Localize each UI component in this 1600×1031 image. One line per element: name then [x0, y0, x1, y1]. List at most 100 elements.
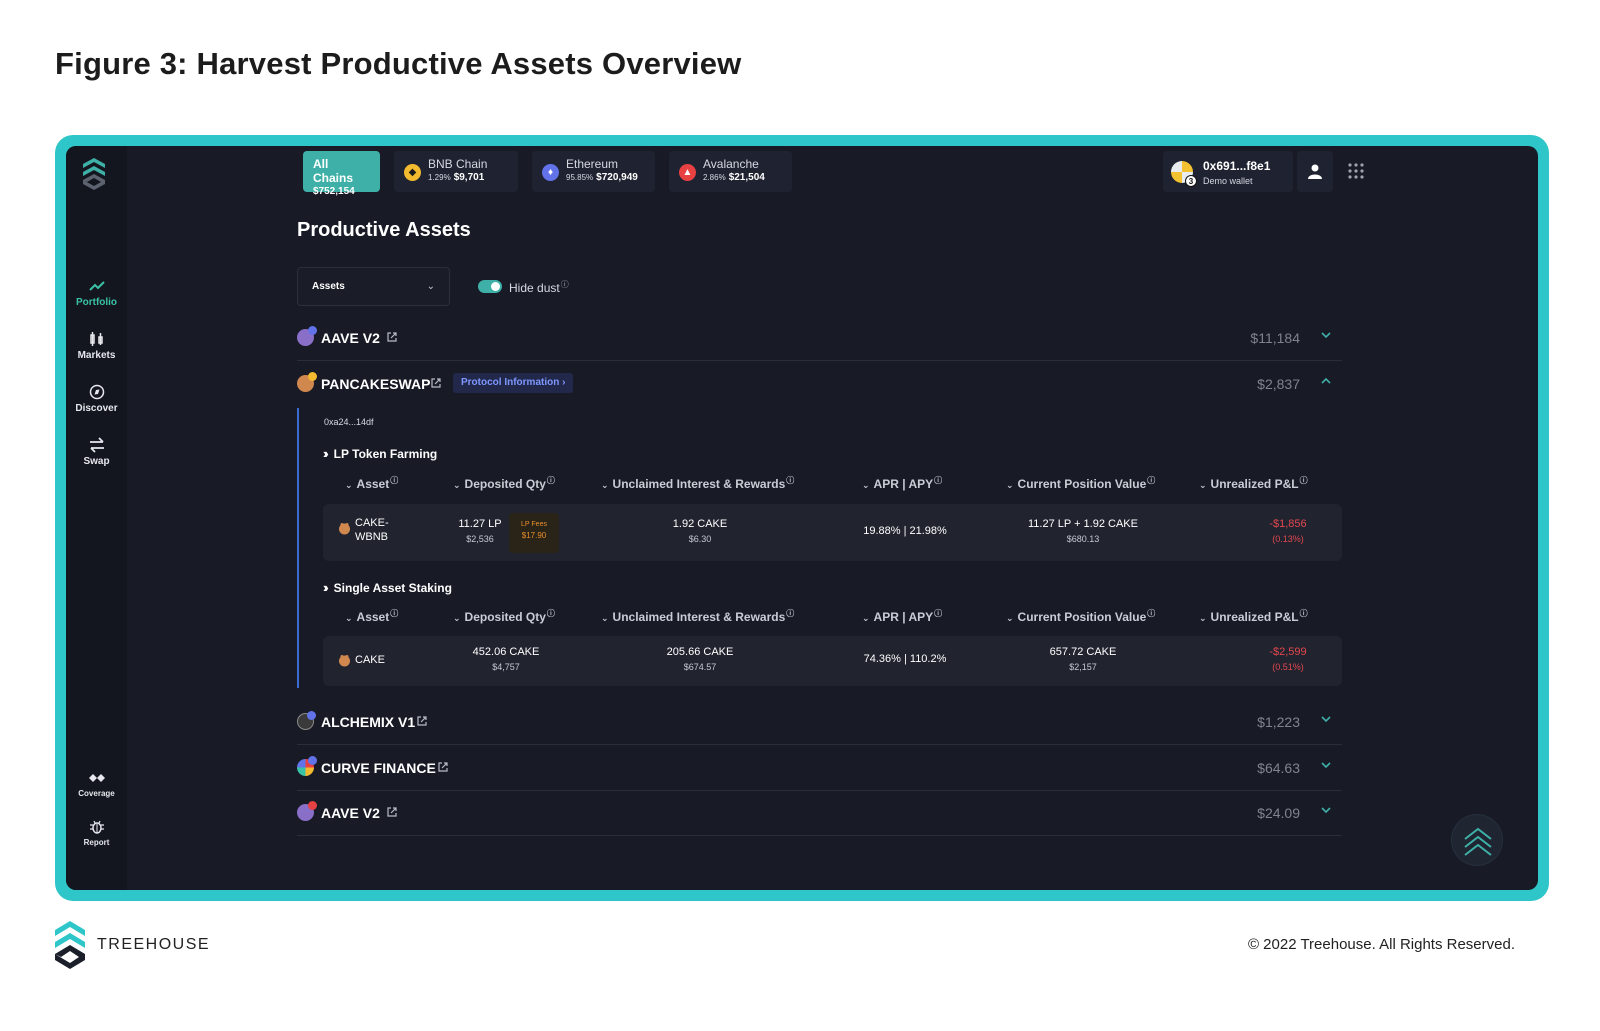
column-header-position[interactable]: ⌄ Current Position Valueⓘ: [1006, 475, 1155, 491]
asset-view-select[interactable]: Assets ⌄: [297, 267, 450, 306]
position-cell: 657.72 CAKE $2,157: [1003, 646, 1163, 672]
info-icon[interactable]: ⓘ: [1300, 476, 1308, 485]
position-usd: $2,157: [1069, 662, 1097, 672]
column-header-pnl[interactable]: ⌄ Unrealized P&Lⓘ: [1199, 608, 1308, 624]
info-icon[interactable]: ⓘ: [934, 609, 942, 618]
info-icon[interactable]: ⓘ: [390, 476, 398, 485]
column-header-apr-apy[interactable]: ⌄ APR | APYⓘ: [862, 608, 942, 624]
column-header-pnl[interactable]: ⌄ Unrealized P&Lⓘ: [1199, 475, 1308, 491]
sidebar-item-markets[interactable]: Markets: [66, 331, 127, 361]
external-link-icon[interactable]: [417, 716, 427, 726]
chain-name: BNB Chain: [428, 157, 488, 171]
chain-amount-value: $9,701: [453, 172, 485, 183]
treehouse-logo-icon[interactable]: [83, 158, 105, 190]
column-header-unclaimed[interactable]: ⌄ Unclaimed Interest & Rewardsⓘ: [601, 475, 794, 491]
column-header-unclaimed[interactable]: ⌄ Unclaimed Interest & Rewardsⓘ: [601, 608, 794, 624]
unclaimed-cell: 1.92 CAKE $6.30: [640, 518, 760, 544]
external-link-icon[interactable]: [438, 762, 448, 772]
protocol-row-aave-v2[interactable]: AAVE V2 $11,184: [297, 316, 1342, 361]
chain-amount: 1.29% $9,701: [428, 172, 508, 183]
brand-name: TREEHOUSE: [97, 936, 211, 953]
sidebar-item-report[interactable]: Report: [66, 819, 127, 847]
sort-chevron-icon: ⌄: [345, 480, 353, 490]
chevron-down-icon[interactable]: [1320, 713, 1332, 725]
chevron-down-icon[interactable]: [1320, 759, 1332, 771]
chevron-up-icon[interactable]: [1320, 375, 1332, 387]
column-header-deposited[interactable]: ⌄ Deposited Qtyⓘ: [453, 475, 555, 491]
chain-tab-avalanche[interactable]: ▲ Avalanche 2.86% $21,504: [669, 151, 792, 192]
chain-amount-value: $720,949: [596, 172, 638, 183]
column-header-asset[interactable]: ⌄ Assetⓘ: [345, 475, 398, 491]
external-link-icon[interactable]: [431, 378, 441, 388]
chain-tab-bnb[interactable]: ◆ BNB Chain 1.29% $9,701: [394, 151, 518, 192]
protocol-row-pancakeswap[interactable]: PANCAKESWAP Protocol Information › $2,83…: [297, 362, 1342, 407]
info-icon[interactable]: ⓘ: [1147, 609, 1155, 618]
info-icon[interactable]: ⓘ: [390, 609, 398, 618]
protocol-row-alchemix-v1[interactable]: ALCHEMIX V1 $1,223: [297, 700, 1342, 745]
sidebar-item-coverage[interactable]: Coverage: [66, 770, 127, 798]
info-icon[interactable]: ⓘ: [547, 476, 555, 485]
sidebar-item-portfolio[interactable]: Portfolio: [66, 278, 127, 308]
lp-fees-value: $17.90: [521, 531, 547, 540]
column-header-deposited[interactable]: ⌄ Deposited Qtyⓘ: [453, 608, 555, 624]
section-single-asset-staking[interactable]: ›› Single Asset Staking: [323, 580, 452, 595]
info-icon[interactable]: ⓘ: [786, 609, 794, 618]
column-label: Unclaimed Interest & Rewards: [612, 477, 786, 491]
wallet-button[interactable]: 3 0x691...f8e1 Demo wallet: [1163, 151, 1293, 192]
chain-tab-all[interactable]: All Chains $752,154: [303, 151, 380, 197]
section-lp-token-farming[interactable]: ›› LP Token Farming: [323, 446, 437, 461]
position-cell: 11.27 LP + 1.92 CAKE $680.13: [1003, 518, 1163, 544]
pnl-percent: (0.13%): [1272, 534, 1304, 544]
app-window: Portfolio Markets Discover Swap Coverage…: [66, 146, 1538, 890]
alchemix-icon: [297, 711, 316, 730]
aave-icon: [297, 326, 317, 346]
app-frame: Portfolio Markets Discover Swap Coverage…: [55, 135, 1549, 901]
protocol-value: $11,184: [1250, 330, 1300, 346]
account-address: 0xa24...14df: [324, 417, 374, 427]
protocol-information-button[interactable]: Protocol Information ›: [453, 373, 574, 393]
sort-chevron-icon: ⌄: [1199, 480, 1207, 490]
column-header-asset[interactable]: ⌄ Assetⓘ: [345, 608, 398, 624]
sidebar-item-discover[interactable]: Discover: [66, 384, 127, 414]
avalanche-icon: ▲: [679, 164, 696, 181]
column-header-apr-apy[interactable]: ⌄ APR | APYⓘ: [862, 475, 942, 491]
info-icon[interactable]: ⓘ: [1300, 609, 1308, 618]
chevron-down-icon[interactable]: [1320, 804, 1332, 816]
chevron-down-icon[interactable]: [1320, 329, 1332, 341]
chain-amount-value: $752,154: [313, 186, 355, 197]
info-icon[interactable]: ⓘ: [786, 476, 794, 485]
chain-tab-ethereum[interactable]: ♦ Ethereum 95.85% $720,949: [532, 151, 655, 192]
external-link-icon[interactable]: [387, 332, 397, 342]
protocol-row-aave-v2-avalanche[interactable]: AAVE V2 $24.09: [297, 791, 1342, 836]
sort-chevron-icon: ⌄: [453, 613, 461, 623]
info-icon[interactable]: ⓘ: [561, 280, 569, 289]
hide-dust-toggle[interactable]: [478, 280, 502, 293]
aave-icon: [297, 801, 317, 821]
chart-line-icon: [88, 281, 105, 291]
column-label: Deposited Qty: [464, 477, 546, 491]
scroll-to-top-button[interactable]: [1451, 814, 1503, 866]
sort-chevron-icon: ⌄: [862, 480, 870, 490]
info-icon[interactable]: ⓘ: [934, 476, 942, 485]
sidebar-item-swap[interactable]: Swap: [66, 437, 127, 467]
chain-percent: 1.29%: [428, 173, 451, 182]
swap-arrows-icon: [89, 437, 104, 453]
position-qty: 657.72 CAKE: [1049, 646, 1117, 658]
sort-chevron-icon: ⌄: [345, 613, 353, 623]
external-link-icon[interactable]: [387, 807, 397, 817]
sidebar: Portfolio Markets Discover Swap Coverage…: [66, 146, 127, 890]
protocol-information-label: Protocol Information: [461, 377, 560, 388]
protocol-row-curve-finance[interactable]: CURVE FINANCE $64.63: [297, 746, 1342, 791]
column-label: Asset: [356, 610, 390, 624]
table-row[interactable]: CAKE 452.06 CAKE $4,757 205.66 CAKE $674…: [323, 636, 1342, 686]
table-row[interactable]: CAKE- WBNB 11.27 LP $2,536 LP Fees $17.90…: [323, 504, 1342, 561]
section-title: Single Asset Staking: [333, 581, 452, 595]
apps-grid-icon[interactable]: [1348, 163, 1364, 179]
info-icon[interactable]: ⓘ: [547, 609, 555, 618]
protocol-name: ALCHEMIX V1: [321, 714, 416, 730]
user-profile-button[interactable]: [1297, 151, 1333, 192]
info-icon[interactable]: ⓘ: [1147, 476, 1155, 485]
apr-apy-cell: 74.36% | 110.2%: [835, 653, 975, 665]
asset-cell: CAKE: [338, 654, 385, 667]
column-header-position[interactable]: ⌄ Current Position Valueⓘ: [1006, 608, 1155, 624]
